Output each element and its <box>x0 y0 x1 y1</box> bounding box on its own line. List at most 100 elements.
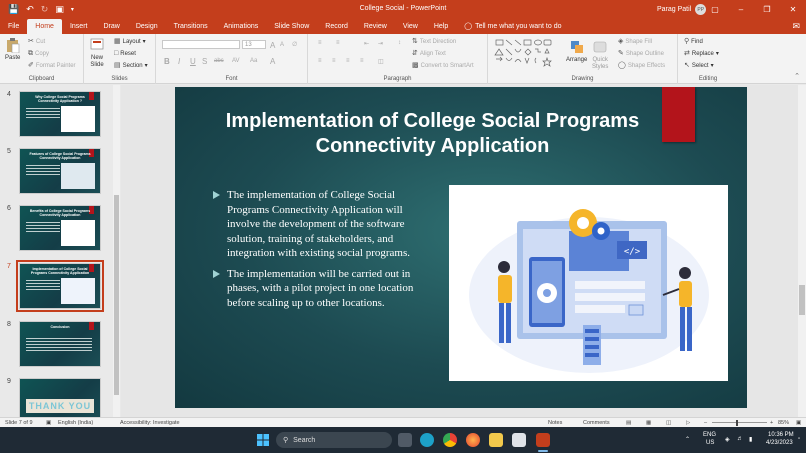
underline-button[interactable]: U <box>190 57 196 66</box>
tab-review[interactable]: Review <box>356 19 395 34</box>
thumbnail-slide-7[interactable]: 7 Implementation of College Social Progr… <box>0 260 112 313</box>
ribbon-display-icon[interactable]: ▢ <box>702 0 728 19</box>
thumbnail-slide-8[interactable]: 8 Conclusion <box>0 321 112 371</box>
shadow-button[interactable]: S <box>202 57 207 66</box>
comments-button[interactable]: Comments <box>583 420 610 426</box>
clear-format-icon[interactable]: ∅ <box>292 41 297 48</box>
change-case-button[interactable]: Aa <box>250 58 257 64</box>
shape-effects-button[interactable]: ◯ Shape Effects <box>618 62 665 69</box>
wifi-icon[interactable]: ◈ <box>725 436 730 443</box>
quick-styles-button[interactable]: Quick Styles <box>592 40 608 71</box>
scrollbar-thumb[interactable] <box>114 195 119 395</box>
layout-button[interactable]: ▦ Layout ▾ <box>114 38 146 45</box>
battery-icon[interactable]: ▮ <box>749 436 752 443</box>
comment-share-icon[interactable]: ✉ <box>792 21 800 32</box>
copy-button[interactable]: ⧉ Copy <box>28 50 49 57</box>
language-status[interactable]: English (India) <box>58 420 93 426</box>
slide-scrollbar[interactable] <box>798 85 806 417</box>
cut-button[interactable]: ✂ Cut <box>28 38 45 45</box>
bold-button[interactable]: B <box>164 57 170 66</box>
italic-button[interactable]: I <box>178 57 180 66</box>
accessibility-status[interactable]: Accessibility: Investigate <box>120 420 180 426</box>
increase-indent-icon[interactable]: ⇥ <box>378 40 383 47</box>
slide-title[interactable]: Implementation of College Social Program… <box>205 109 660 159</box>
line-spacing-icon[interactable]: ↕ <box>398 40 401 46</box>
tab-view[interactable]: View <box>395 19 426 34</box>
font-size-combo[interactable]: 13 <box>242 40 266 49</box>
char-spacing-button[interactable]: AV <box>232 58 240 64</box>
notes-button[interactable]: Notes <box>548 420 562 426</box>
tab-help[interactable]: Help <box>426 19 456 34</box>
zoom-slider[interactable] <box>712 422 767 423</box>
slideshow-icon[interactable]: ▷ <box>686 420 690 426</box>
tab-transitions[interactable]: Transitions <box>166 19 216 34</box>
convert-smartart-button[interactable]: ▩ Convert to SmartArt <box>412 62 474 69</box>
current-slide[interactable]: Implementation of College Social Program… <box>175 87 747 408</box>
windows-start-icon[interactable] <box>257 434 269 446</box>
align-left-icon[interactable]: ≡ <box>318 58 322 64</box>
tell-me-box[interactable]: ◯ Tell me what you want to do <box>456 19 561 34</box>
section-button[interactable]: ▤ Section ▾ <box>114 62 148 69</box>
tab-record[interactable]: Record <box>317 19 356 34</box>
select-button[interactable]: ↖ Select ▾ <box>684 62 714 69</box>
thumbnail-slide-6[interactable]: 6 Benefits of College Social Programs Co… <box>0 205 112 255</box>
clock-date[interactable]: 4/23/2023 <box>766 440 793 446</box>
zoom-slider-thumb[interactable] <box>736 420 738 426</box>
notification-icon[interactable]: ▫ <box>798 436 800 442</box>
thumbnail-slide-5[interactable]: 5 Features of College Social Programs Co… <box>0 148 112 198</box>
file-explorer-icon[interactable] <box>489 433 503 447</box>
zoom-out-button[interactable]: – <box>704 420 707 426</box>
reading-view-icon[interactable]: ◫ <box>666 420 671 426</box>
replace-button[interactable]: ⇄ Replace ▾ <box>684 50 719 57</box>
clock-time[interactable]: 10:36 PM <box>768 432 794 438</box>
tab-design[interactable]: Design <box>128 19 166 34</box>
volume-icon[interactable]: ♬ <box>737 436 743 442</box>
tray-overflow-icon[interactable]: ⌃ <box>685 436 690 443</box>
paste-button[interactable]: Paste <box>5 38 20 62</box>
align-center-icon[interactable]: ≡ <box>332 58 336 64</box>
keyboard-language-2[interactable]: US <box>706 440 714 446</box>
tab-insert[interactable]: Insert <box>62 19 96 34</box>
taskbar-search[interactable]: ⚲ Search <box>276 432 392 448</box>
reset-button[interactable]: □ Reset <box>114 50 136 57</box>
find-button[interactable]: ⚲ Find <box>684 38 703 45</box>
restore-icon[interactable]: ❐ <box>754 0 780 19</box>
font-name-combo[interactable] <box>162 40 240 49</box>
arrange-button[interactable]: Arrange <box>566 40 587 64</box>
shrink-font-button[interactable]: A <box>280 42 284 48</box>
numbering-icon[interactable]: ≡ <box>336 40 340 46</box>
chrome-icon[interactable] <box>443 433 457 447</box>
normal-view-icon[interactable]: ▤ <box>626 420 631 426</box>
justify-icon[interactable]: ≡ <box>360 58 364 64</box>
zoom-level[interactable]: 85% <box>778 420 789 426</box>
fit-slide-icon[interactable]: ▣ <box>796 420 801 426</box>
close-icon[interactable]: ✕ <box>780 0 806 19</box>
keyboard-language-1[interactable]: ENG <box>703 432 716 438</box>
decrease-indent-icon[interactable]: ⇤ <box>364 40 369 47</box>
columns-icon[interactable]: ◫ <box>378 58 384 65</box>
grow-font-button[interactable]: A <box>270 41 275 50</box>
thumbnail-scrollbar[interactable] <box>113 85 120 417</box>
slide-body-text[interactable]: The implementation of College Social Pro… <box>211 188 436 316</box>
minimize-icon[interactable]: – <box>728 0 754 19</box>
powerpoint-taskbar-icon[interactable] <box>536 433 550 447</box>
thumbnail-slide-4[interactable]: 4 Why College Social Programs Connectivi… <box>0 91 112 141</box>
tab-home[interactable]: Home <box>27 19 62 34</box>
new-slide-button[interactable]: New Slide <box>90 38 104 69</box>
text-direction-button[interactable]: ⇅ Text Direction <box>412 38 456 45</box>
shape-outline-button[interactable]: ✎ Shape Outline <box>618 50 664 57</box>
firefox-icon[interactable] <box>466 433 480 447</box>
task-view-icon[interactable] <box>398 433 412 447</box>
thumbnail-slide-9[interactable]: 9 THANK YOU <box>0 378 112 417</box>
tab-slide-show[interactable]: Slide Show <box>266 19 317 34</box>
spellcheck-icon[interactable]: ▣ <box>46 420 51 426</box>
format-painter-button[interactable]: ✐ Format Painter <box>28 62 76 69</box>
slide-illustration[interactable]: </> <box>449 185 728 381</box>
tab-file[interactable]: File <box>0 19 27 34</box>
slide-sorter-icon[interactable]: ▦ <box>646 420 651 426</box>
font-color-button[interactable]: A <box>270 57 275 66</box>
align-text-button[interactable]: ⇵ Align Text <box>412 50 446 57</box>
zoom-in-button[interactable]: + <box>770 420 773 426</box>
bullets-icon[interactable]: ≡ <box>318 40 322 46</box>
store-icon[interactable] <box>512 433 526 447</box>
